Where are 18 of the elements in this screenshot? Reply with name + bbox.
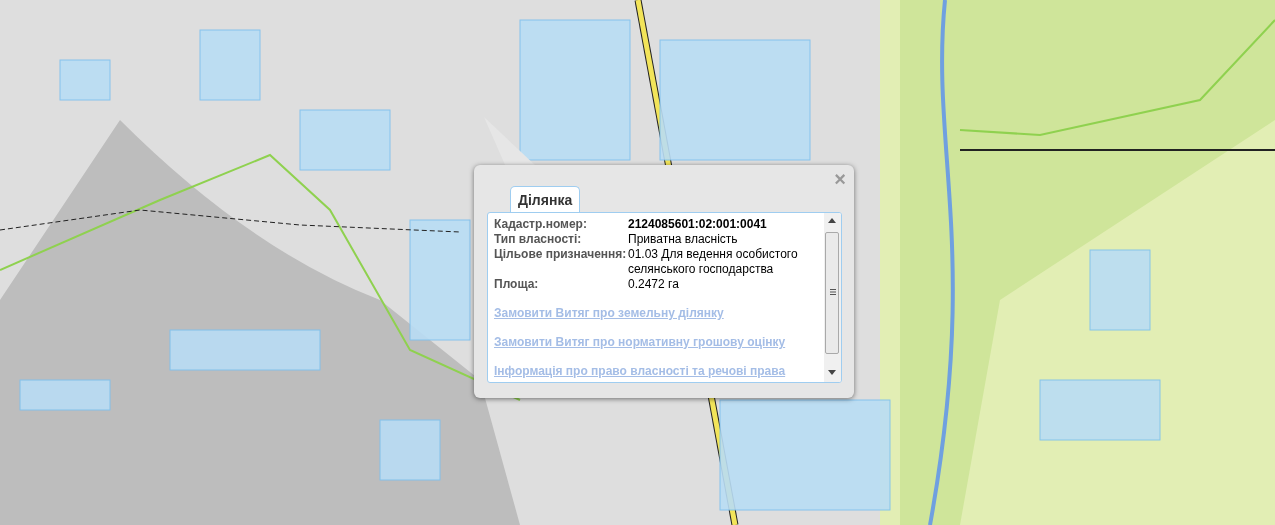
field-label: Кадастр.номер: xyxy=(494,217,588,232)
field-value: Приватна власність xyxy=(628,232,738,247)
field-value: 0.2472 га xyxy=(628,277,679,292)
order-link[interactable]: Замовити Витяг про нормативну грошову оцінку xyxy=(494,335,786,350)
scroll-up-icon[interactable] xyxy=(828,218,836,223)
field-value: 2124085601:02:001:0041 xyxy=(628,217,767,232)
field-label: Площа: xyxy=(494,277,540,292)
field-label: Цільове призначення: xyxy=(494,247,628,263)
popup-tab[interactable]: Ділянка xyxy=(510,186,581,214)
scrollbar[interactable] xyxy=(824,213,841,382)
field-value: 01.03 Для ведення особистого селянського господарства xyxy=(628,247,799,277)
order-link[interactable]: Замовити Витяг про земельну ділянку xyxy=(494,306,724,321)
order-link[interactable]: Інформація про право власності та речові права xyxy=(494,364,786,379)
grip-icon xyxy=(830,289,836,295)
close-button[interactable]: × xyxy=(832,169,848,189)
scroll-thumb[interactable] xyxy=(825,232,839,354)
scroll-down-icon[interactable] xyxy=(828,370,836,375)
field-label: Тип власності: xyxy=(494,232,583,247)
